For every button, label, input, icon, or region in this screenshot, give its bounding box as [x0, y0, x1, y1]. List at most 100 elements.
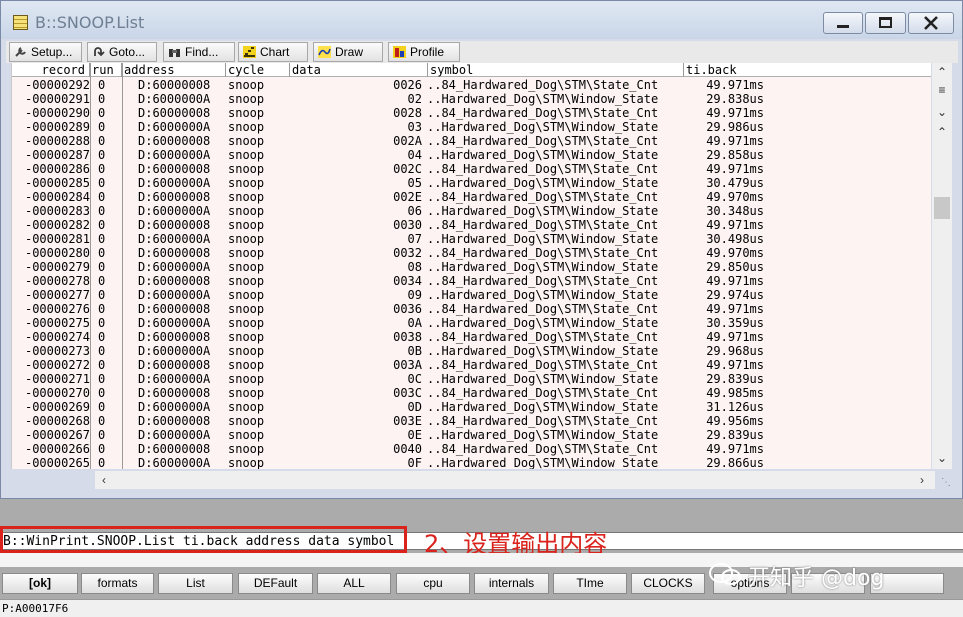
table-row[interactable]: -00000275 0 D:6000000A snoop 0A ..Hardwared_D… [12, 316, 931, 330]
cell-address: D:6000000A [138, 204, 211, 218]
cell-ti-back: 30.498us [706, 232, 764, 246]
table-row[interactable]: -00000279 0 D:6000000A snoop 08 ..Hardwared_D… [12, 260, 931, 274]
table-row[interactable]: -00000280 0 D:60000008 snoop 0032 ..84_Hardwa… [12, 246, 931, 260]
cell-cycle: snoop [228, 176, 265, 190]
table-row[interactable]: -00000284 0 D:60000008 snoop 002E ..84_Hardwa… [12, 190, 931, 204]
column-header-address[interactable]: address [122, 63, 226, 77]
cell-address: D:6000000A [138, 260, 211, 274]
scroll-down-icon[interactable]: ⌄ [935, 451, 949, 465]
table-row[interactable]: -00000271 0 D:6000000A snoop 0C ..Hardwared_D… [12, 372, 931, 386]
column-header-cycle[interactable]: cycle [226, 63, 290, 77]
table-row[interactable]: -00000266 0 D:60000008 snoop 0040 ..84_Hardwa… [12, 442, 931, 456]
maximize-button[interactable] [865, 12, 906, 34]
table-row[interactable]: -00000292 0 D:60000008 snoop 0026 ..84_Hardwa… [12, 78, 931, 92]
cell-ti-back: 31.126us [706, 400, 764, 414]
scroll-left-icon[interactable]: ‹ [97, 473, 111, 487]
table-row[interactable]: -00000285 0 D:6000000A snoop 05 ..Hardwared_D… [12, 176, 931, 190]
scroll-menu-icon[interactable]: ≡ [935, 83, 949, 97]
scroll-down-page-icon[interactable]: ⌄ [935, 105, 949, 119]
softkey-list[interactable]: List [158, 573, 233, 594]
title-bar[interactable]: B::SNOOP.List [1, 1, 962, 39]
close-button[interactable] [908, 12, 954, 34]
profile-button[interactable]: Profile [388, 42, 460, 62]
cell-run: 0 [98, 316, 106, 330]
cell-cycle: snoop [228, 330, 265, 344]
draw-button[interactable]: Draw [313, 42, 383, 62]
goto-label: Goto... [109, 45, 146, 59]
find-label: Find... [185, 45, 219, 59]
cell-record: -00000280 [24, 246, 90, 260]
vertical-scroll-thumb[interactable] [934, 197, 950, 219]
scroll-top-icon[interactable]: ⌃ [935, 65, 949, 79]
cell-record: -00000288 [24, 134, 90, 148]
resize-grip-icon[interactable]: ⋱ [941, 477, 951, 488]
table-row[interactable]: -00000277 0 D:6000000A snoop 09 ..Hardwared_D… [12, 288, 931, 302]
softkey-all[interactable]: ALL [317, 573, 391, 594]
table-row[interactable]: -00000282 0 D:60000008 snoop 0030 ..84_Hardwa… [12, 218, 931, 232]
table-row[interactable]: -00000274 0 D:60000008 snoop 0038 ..84_Hardwa… [12, 330, 931, 344]
table-row[interactable]: -00000290 0 D:60000008 snoop 0028 ..84_Hardwa… [12, 106, 931, 120]
softkey-cpu[interactable]: cpu [396, 573, 470, 594]
cell-cycle: snoop [228, 386, 265, 400]
table-row[interactable]: -00000268 0 D:60000008 snoop 003E ..84_Hardwa… [12, 414, 931, 428]
snoop-list[interactable]: record run address cycle data symbol ti.… [11, 63, 931, 469]
vertical-scrollbar[interactable]: ⌃ ≡ ⌄ ⌃ ⌄ [932, 63, 952, 469]
cell-cycle: snoop [228, 232, 265, 246]
softkey-formats[interactable]: formats [81, 573, 154, 594]
table-row[interactable]: -00000283 0 D:6000000A snoop 06 ..Hardwared_D… [12, 204, 931, 218]
table-row[interactable]: -00000286 0 D:60000008 snoop 002C ..84_Hardwa… [12, 162, 931, 176]
column-header-ti-back[interactable]: ti.back [684, 63, 931, 77]
table-row[interactable]: -00000272 0 D:60000008 snoop 003A ..84_Hardwa… [12, 358, 931, 372]
annotation-highlight-box [0, 526, 407, 553]
column-header-data[interactable]: data [290, 63, 428, 77]
table-row[interactable]: -00000278 0 D:60000008 snoop 0034 ..84_Hardwa… [12, 274, 931, 288]
cell-symbol: ..84_Hardwared_Dog\STM\State_Cnt [427, 358, 659, 372]
softkey-default[interactable]: DEFault [238, 573, 313, 594]
table-row[interactable]: -00000267 0 D:6000000A snoop 0E ..Hardwared_D… [12, 428, 931, 442]
scroll-right-icon[interactable]: › [915, 473, 929, 487]
column-header-record[interactable]: record [12, 63, 90, 77]
cell-run: 0 [98, 414, 106, 428]
cell-address: D:60000008 [138, 78, 211, 92]
softkey-ok[interactable]: [ok] [2, 573, 78, 594]
column-header-symbol[interactable]: symbol [428, 63, 684, 77]
scroll-up-page-icon[interactable]: ⌃ [935, 125, 949, 139]
cell-data: 003A [393, 358, 422, 372]
cell-cycle: snoop [228, 316, 265, 330]
minimize-button[interactable] [823, 12, 863, 34]
column-header-run[interactable]: run [90, 63, 122, 77]
cell-symbol: ..Hardwared_Dog\STM\Window_State [427, 148, 659, 162]
table-row[interactable]: -00000281 0 D:6000000A snoop 07 ..Hardwared_D… [12, 232, 931, 246]
table-row[interactable]: -00000269 0 D:6000000A snoop 0D ..Hardwared_D… [12, 400, 931, 414]
cell-address: D:60000008 [138, 386, 211, 400]
goto-button[interactable]: Goto... [87, 42, 157, 62]
cell-data: 0036 [393, 302, 422, 316]
table-row[interactable]: -00000276 0 D:60000008 snoop 0036 ..84_Hardwa… [12, 302, 931, 316]
softkey-clocks[interactable]: CLOCKS [631, 573, 705, 594]
cell-run: 0 [98, 372, 106, 386]
cell-ti-back: 29.986us [706, 120, 764, 134]
table-row[interactable]: -00000288 0 D:60000008 snoop 002A ..84_Hardwa… [12, 134, 931, 148]
chart-button[interactable]: Chart [238, 42, 308, 62]
find-button[interactable]: Find... [163, 42, 235, 62]
cell-cycle: snoop [228, 134, 265, 148]
table-row[interactable]: -00000287 0 D:6000000A snoop 04 ..Hardwared_D… [12, 148, 931, 162]
table-row[interactable]: -00000291 0 D:6000000A snoop 02 ..Hardwared_D… [12, 92, 931, 106]
cell-cycle: snoop [228, 344, 265, 358]
table-row[interactable]: -00000289 0 D:6000000A snoop 03 ..Hardwared_D… [12, 120, 931, 134]
wrench-icon [15, 47, 26, 57]
cell-record: -00000269 [24, 400, 90, 414]
horizontal-scrollbar[interactable]: ‹ › [95, 471, 935, 489]
table-row[interactable]: -00000273 0 D:6000000A snoop 0B ..Hardwared_D… [12, 344, 931, 358]
cell-record: -00000282 [24, 218, 90, 232]
cell-symbol: ..Hardwared_Dog\STM\Window_State [427, 288, 659, 302]
softkey-time[interactable]: TIme [553, 573, 627, 594]
table-row[interactable]: -00000270 0 D:60000008 snoop 003C ..84_Hardwa… [12, 386, 931, 400]
chart-label: Chart [260, 45, 290, 59]
cell-run: 0 [98, 92, 106, 106]
cell-symbol: ..Hardwared_Dog\STM\Window_State [427, 232, 659, 246]
table-row[interactable]: -00000265 0 D:6000000A snoop 0F ..Hardwared_D… [12, 456, 931, 469]
setup-button[interactable]: Setup... [9, 42, 82, 62]
cell-symbol: ..84_Hardwared_Dog\STM\State_Cnt [427, 78, 659, 92]
softkey-internals[interactable]: internals [474, 573, 549, 594]
